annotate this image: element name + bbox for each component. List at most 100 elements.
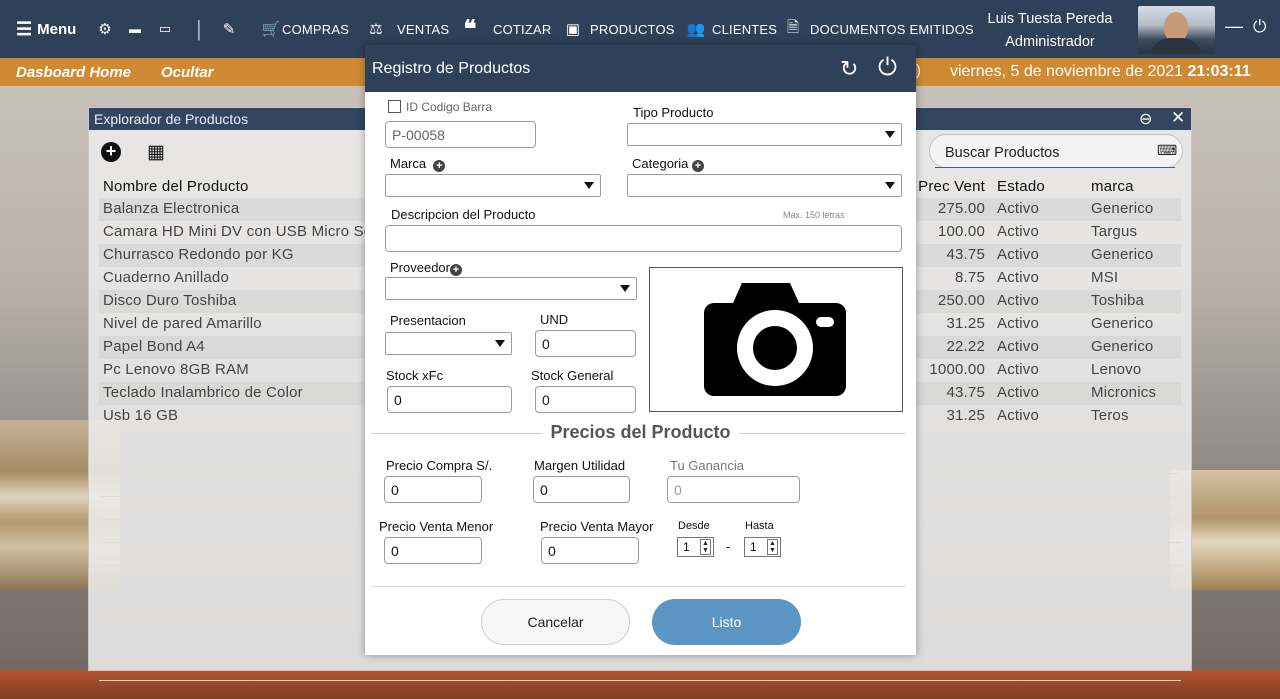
add-category-icon[interactable]: +: [692, 160, 704, 172]
state-cell: Activo: [997, 384, 1040, 401]
wholesale-price-field[interactable]: 0: [541, 537, 639, 564]
supplier-select[interactable]: [385, 277, 637, 300]
stepper-arrows-icon[interactable]: ▲ ▼: [767, 539, 778, 555]
state-cell: Activo: [997, 407, 1040, 424]
to-stepper[interactable]: 1 ▲ ▼: [744, 537, 781, 557]
hide-link[interactable]: Ocultar: [161, 64, 214, 81]
unit-label: UND: [540, 312, 569, 327]
stock-general-field[interactable]: 0: [535, 386, 636, 413]
presentation-select[interactable]: [385, 332, 512, 355]
brand-cell: MSI: [1091, 269, 1119, 286]
product-name-cell: Teclado Inalambrico de Color: [103, 384, 303, 401]
prices-title-text: Precios del Producto: [542, 422, 739, 442]
power-icon[interactable]: ⏻: [878, 54, 897, 82]
product-name-cell: Papel Bond A4: [103, 338, 205, 355]
price-cell: 22.22: [946, 338, 985, 355]
hamburger-icon: ☰: [16, 18, 33, 39]
unit-field[interactable]: 0: [535, 330, 636, 357]
header-name[interactable]: Nombre del Producto: [103, 178, 249, 195]
brand-cell: Teros: [1091, 407, 1129, 424]
search-icon[interactable]: ⌨: [1157, 142, 1177, 159]
profit-field: 0: [667, 476, 800, 503]
stock-general-label: Stock General: [531, 368, 614, 383]
state-cell: Activo: [997, 269, 1040, 286]
card-icon[interactable]: ▭: [154, 0, 176, 58]
margin-label: Margen Utilidad: [534, 458, 626, 473]
stock-fc-field[interactable]: 0: [387, 386, 512, 413]
price-cell: 275.00: [937, 200, 985, 217]
description-field[interactable]: [385, 225, 902, 252]
chevron-down-icon: [885, 131, 895, 138]
category-select[interactable]: [627, 174, 902, 197]
power-icon[interactable]: ⏻: [1253, 17, 1266, 37]
add-product-icon[interactable]: +: [101, 142, 121, 162]
state-cell: Activo: [997, 223, 1040, 240]
product-name-cell: Usb 16 GB: [103, 407, 179, 424]
wholesale-price-label: Precio Venta Mayor: [540, 519, 654, 534]
toggle-icon[interactable]: ▬: [124, 0, 146, 58]
margin-field[interactable]: 0: [533, 476, 630, 503]
price-cell: 31.25: [946, 407, 985, 424]
state-cell: Activo: [997, 315, 1040, 332]
nav-compras[interactable]: 🛒 COMPRAS: [260, 0, 349, 58]
header-state[interactable]: Estado: [997, 178, 1045, 195]
brand-select[interactable]: [385, 174, 601, 197]
date-text: viernes, 5 de noviembre de 2021: [950, 63, 1184, 80]
user-info: Luis Tuesta Pereda Administrador: [980, 8, 1120, 54]
stepper-arrows-icon[interactable]: ▲ ▼: [700, 539, 711, 555]
retail-price-label: Precio Venta Menor: [379, 519, 494, 534]
barcode-checkbox[interactable]: [388, 100, 401, 113]
state-cell: Activo: [997, 292, 1040, 309]
chevron-down-icon: [495, 340, 505, 347]
product-name-cell: Churrasco Redondo por KG: [103, 246, 294, 263]
product-name-cell: Camara HD Mini DV con USB Micro Sd: [103, 223, 373, 240]
brand-cell: Targus: [1091, 223, 1138, 240]
product-type-select[interactable]: [627, 123, 902, 146]
dialog-titlebar: Registro de Productos ↻ ⏻: [365, 45, 916, 92]
header-brand[interactable]: marca: [1091, 178, 1134, 195]
refresh-icon[interactable]: ↻: [840, 56, 858, 82]
product-name-cell: Cuaderno Anillado: [103, 269, 229, 286]
search-underline: [935, 167, 1175, 168]
purchase-price-field[interactable]: 0: [384, 476, 482, 503]
price-cell: 100.00: [937, 223, 985, 240]
price-cell: 31.25: [946, 315, 985, 332]
add-supplier-icon[interactable]: +: [449, 264, 462, 276]
menu-button[interactable]: ☰ Menu: [16, 0, 76, 58]
chevron-down-icon: [584, 182, 594, 189]
price-cell: 250.00: [937, 292, 985, 309]
to-label: Hasta: [745, 520, 774, 532]
quote-icon: ❝: [463, 15, 477, 43]
header-price[interactable]: Prec Vent: [915, 178, 985, 195]
presentation-label: Presentacion: [390, 313, 466, 328]
boxes-icon: ▣: [565, 21, 581, 38]
retail-price-field[interactable]: 0: [384, 537, 482, 564]
close-icon[interactable]: ✕: [1171, 108, 1185, 128]
dashboard-home-link[interactable]: Dasboard Home: [16, 64, 131, 81]
brand-label: Marca: [390, 156, 427, 171]
barcode-label: ID Codigo Barra: [406, 100, 493, 114]
cart-icon: 🛒: [261, 21, 281, 38]
product-code-field[interactable]: P-00058: [385, 121, 536, 148]
done-button[interactable]: Listo: [652, 599, 801, 645]
from-stepper[interactable]: 1 ▲ ▼: [677, 537, 714, 557]
product-photo-box[interactable]: [649, 267, 903, 412]
description-label: Descripcion del Producto: [391, 207, 536, 222]
cashier-icon: ⚖: [369, 21, 383, 38]
add-brand-icon[interactable]: +: [433, 160, 446, 172]
menu-label: Menu: [37, 20, 77, 38]
from-value: 1: [683, 540, 690, 554]
to-value: 1: [750, 540, 757, 554]
clock-icon: ): [916, 62, 921, 79]
pen-icon[interactable]: ✎: [218, 0, 240, 58]
cancel-button[interactable]: Cancelar: [481, 599, 630, 645]
export-icon[interactable]: ▦: [147, 141, 169, 163]
minimize-icon[interactable]: —: [1225, 16, 1243, 37]
brand-cell: Lenovo: [1091, 361, 1142, 378]
brand-cell: Micronics: [1091, 384, 1157, 401]
purchase-price-label: Precio Compra S/.: [386, 458, 493, 473]
minimize-circle-icon[interactable]: ⊖: [1139, 109, 1152, 129]
settings-icon[interactable]: ⚙: [94, 0, 116, 58]
category-label: Categoria: [632, 156, 689, 171]
dialog-title: Registro de Productos: [372, 60, 531, 77]
